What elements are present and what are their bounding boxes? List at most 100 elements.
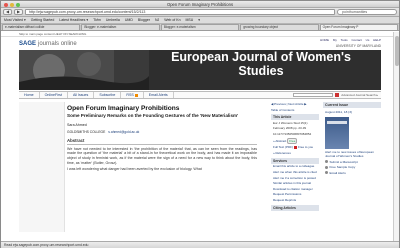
bookmark-item[interactable]: Blogger [138,18,150,22]
fulltext-label: Full Text (PDF) [273,145,293,150]
abstract-heading: Abstract [67,138,257,145]
search-go-button[interactable] [335,93,340,97]
scrollbar-thumb[interactable] [394,36,399,66]
article-author[interactable]: Sara Ahmed [67,123,267,127]
tab-strip: e-materialism:diffract collide Blogger: e… [1,24,399,31]
journal-banner: European Journal of Women's Studies [19,50,381,90]
fulltext-pdf-link[interactable]: Full Text (PDF) Free to you [271,144,319,150]
browser-tab[interactable]: Blogger: e-materialism [160,24,240,30]
nav-tab-label: OnlineFirst [44,93,62,97]
navigation-toolbar: ◀ ▶ http://ejw.sagepub.com.proxy-um.rese… [1,8,399,17]
sage-logo[interactable]: SAGE [19,41,36,47]
bookmark-item[interactable]: UMD [125,18,133,22]
minimize-window-button[interactable] [10,2,14,7]
sidebar-link-label: Email Alerts [329,170,346,175]
references-link[interactable]: » References [271,150,319,156]
citation-pages: pp. 23-39 [293,126,307,131]
bookmark-item[interactable]: Most Visited ▾ [4,18,26,22]
current-issue-heading: Current Issue [323,102,381,108]
service-link[interactable]: Request Reprints [271,197,319,203]
bookmark-item[interactable]: Latest Headlines ▾ [59,18,88,22]
free-badge: Free [287,137,298,144]
nav-tab[interactable]: Subscribe [94,92,122,98]
window-title: Open Forum Imaginary Prohibitions [166,1,234,7]
sidebar-link-icon [325,160,328,164]
sidebar-link[interactable]: Submit a Manuscript [325,160,379,164]
sidebar-links: Submit a Manuscript Free Sample Copy Email… [323,160,381,175]
bookmark-item[interactable]: MSU [186,18,194,22]
nav-tab[interactable]: Email Alerts [144,92,174,98]
abstract-link-label: » Abstract [273,138,287,143]
nav-tab-label: All Issues [72,93,89,97]
skip-link[interactable]: Skip to main page content HELP ON SEARCH… [19,32,86,36]
top-links[interactable]: HOME My Tools Contact Us HELP [320,38,381,42]
abstract-paragraph: I was left wondering what danger had bee… [67,167,202,172]
sidebar-link-label: Free Sample Copy [329,165,356,169]
close-window-button[interactable] [4,2,8,7]
sidebar-link-icon [325,171,328,175]
bookmark-item[interactable]: Umbrella [106,18,120,22]
service-link[interactable]: Download to citation manager [271,186,319,192]
services-list: Email this article to a colleague Alert m… [271,164,319,203]
nav-tab[interactable]: Home [19,92,40,98]
article-title: Open Forum Imaginary Prohibitions [67,105,180,112]
browser-tab[interactable]: growing boundary object [240,24,319,30]
brand-row: SAGE journals online HOME My Tools Conta… [19,38,381,49]
title-bar: Open Forum Imaginary Prohibitions [1,1,399,8]
search-input[interactable]: pointhumanities [337,9,397,15]
nav-tab-label: Email Alerts [148,93,168,97]
zoom-window-button[interactable] [16,2,20,7]
article-tools-column: ◀ Previous | Next Article ▶ Table of Con… [271,102,319,241]
status-bar: Read ejw.sagepub.com.proxy-um.researchpo… [1,241,399,248]
sidebar-link-label: Submit a Manuscript [329,159,358,164]
service-link[interactable]: Alert me when this article is cited [271,169,319,175]
citing-articles-heading: Citing Articles [271,204,319,211]
window-controls [4,2,20,7]
bookmark-item[interactable]: Web of Kn [164,18,180,22]
back-button[interactable]: ◀ [3,9,12,15]
free-to-you-label: Free to you [297,145,314,150]
toc-link[interactable]: Table of Contents [271,108,319,112]
service-link[interactable]: Email this article to a colleague [271,164,319,170]
browser-tab[interactable]: Open Forum Imaginary P [319,24,399,30]
site-top-bar: Skip to main page content HELP ON SEARCH… [1,32,399,37]
article-subtitle: Some Preliminary Remarks on the Founding… [67,112,239,118]
affiliation-org: GOLDSMITHS COLLEGE [67,129,106,134]
author-email-link[interactable]: s.ahmed@gold.ac.uk [108,130,139,134]
browser-tab[interactable]: Blogger: e-materialism [81,24,160,30]
abstract-link[interactable]: » Abstract Free [271,137,319,145]
vertical-scrollbar[interactable] [393,32,399,241]
issue-alert-link[interactable]: Alert me to new issues of European Journ… [325,150,379,158]
citation-year: February 2008 [273,126,293,131]
forward-button[interactable]: ▶ [14,9,23,15]
nav-tab-label: Home [24,93,34,97]
article-content: Open Forum Imaginary Prohibitions Some P… [67,105,267,241]
sidebar-link[interactable]: Free Sample Copy [325,165,379,169]
service-link[interactable]: Alert me if a correction is posted [271,175,319,181]
bookmark-item[interactable]: NJ [155,18,159,22]
rss-icon [134,93,138,97]
sidebar-link[interactable]: Email Alerts [325,171,379,175]
nav-tab-label: RSS [126,93,134,97]
journals-online-label: journals online [38,40,77,47]
bookmark-item[interactable]: Getting Started [31,18,55,22]
nav-tab[interactable]: All Issues [68,92,95,98]
journal-cover-image[interactable] [325,116,349,149]
bookmarks-bar: Most Visited ▾ Getting Started Latest Head… [1,17,399,24]
bookmark-item[interactable]: ▾ [198,18,200,22]
bookmark-item[interactable]: Tkfm [93,18,101,22]
address-bar[interactable]: http://ejw.sagepub.com.proxy-um.research… [25,9,335,15]
journal-search-input[interactable] [293,93,334,97]
left-column [19,102,65,232]
prev-next-links[interactable]: ◀ Previous | Next Article ▶ [271,102,319,106]
browser-tab[interactable]: e-materialism:diffract collide [2,24,81,30]
current-issue-link[interactable]: August 2011, 18 (3) [325,110,379,114]
browser-window: Open Forum Imaginary Prohibitions ◀ ▶ ht… [0,0,400,248]
advanced-search: Advanced Journal Search ▸ [293,93,378,97]
nav-tab[interactable]: RSS [121,92,144,98]
nav-tab[interactable]: OnlineFirst [40,92,68,98]
current-issue-sidebar: Current Issue August 2011, 18 (3) Alert … [323,102,381,241]
web-page: Skip to main page content HELP ON SEARCH… [1,32,399,241]
banner-title: European Journal of Women's Studies [171,50,351,78]
advanced-search-link[interactable]: Advanced Journal Search ▸ [341,93,378,97]
